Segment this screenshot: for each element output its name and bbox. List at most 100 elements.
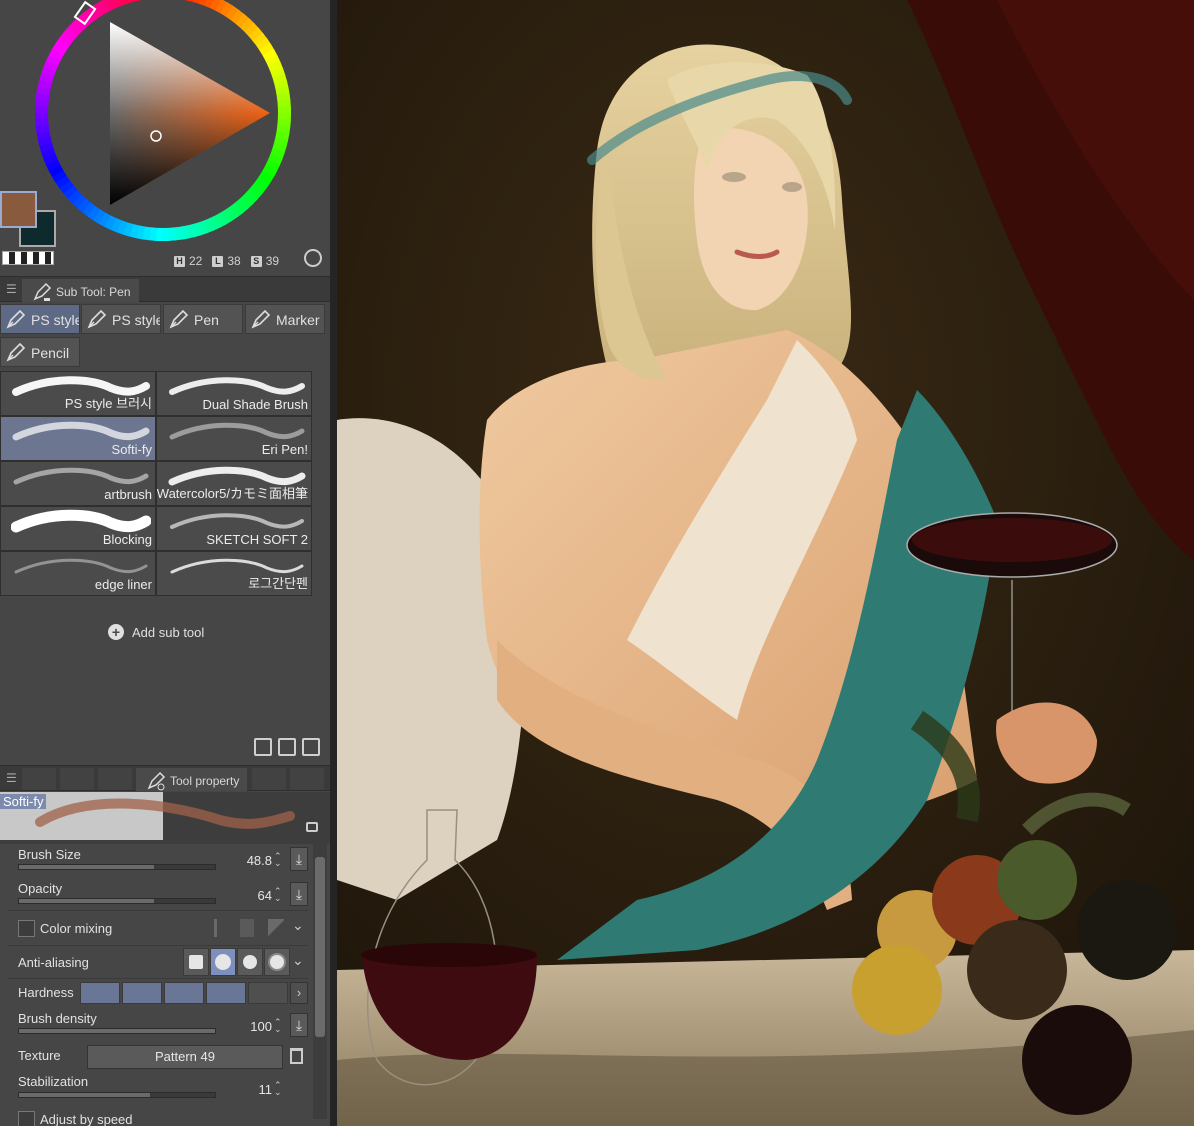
pen-nib-icon (6, 309, 26, 329)
add-sub-tool-label: Add sub tool (132, 624, 205, 640)
sat-value: 39 (265, 254, 280, 268)
chevron-right-icon[interactable]: › (290, 982, 308, 1004)
group-tab-3[interactable]: Pen (163, 304, 243, 334)
aa-medium-button[interactable] (237, 948, 263, 976)
transparent-color-swatch[interactable] (2, 251, 54, 265)
tab-icon-2[interactable] (60, 768, 94, 790)
brush-item[interactable]: SKETCH SOFT 2 (156, 506, 312, 551)
color-mixing-label: Color mixing (40, 921, 113, 936)
group-tab-label: PS style (112, 312, 161, 328)
brush-item[interactable]: Eri Pen! (156, 416, 312, 461)
mix-mode-icon-2[interactable] (240, 919, 254, 937)
brush-size-pressure-button[interactable]: ⤓ (290, 847, 308, 871)
brush-item[interactable]: artbrush (0, 461, 156, 506)
texture-select[interactable]: Pattern 49 (87, 1045, 283, 1069)
opacity-fill (19, 899, 155, 903)
pen-nib-icon (169, 309, 189, 329)
chevron-down-icon[interactable]: ⌄ (292, 917, 304, 934)
main-color-swatch[interactable] (0, 191, 37, 228)
subtool-actions (254, 738, 320, 756)
tool-property-tab[interactable]: Tool property (136, 768, 248, 791)
brush-density-slider[interactable] (18, 1028, 216, 1034)
brush-item[interactable]: PS style 브러시 (0, 371, 156, 416)
sat-key: S (250, 255, 262, 267)
painting-artwork (337, 0, 1194, 1126)
brush-item[interactable]: edge liner (0, 551, 156, 596)
tab-icon-4[interactable] (252, 768, 286, 790)
aa-strong-button[interactable] (264, 948, 290, 976)
adjust-by-speed-label: Adjust by speed (40, 1112, 133, 1126)
hardness-segment-1[interactable] (80, 982, 120, 1004)
subtool-tab[interactable]: Sub Tool: Pen (22, 279, 139, 302)
trash-icon[interactable] (290, 1048, 303, 1064)
brush-density-pressure-button[interactable]: ⤓ (290, 1013, 308, 1037)
subtool-header: ☰ Sub Tool: Pen (0, 276, 330, 302)
menu-icon[interactable]: ☰ (6, 771, 17, 785)
mix-mode-icon-3[interactable] (268, 919, 284, 937)
brush-density-value[interactable]: 100 (236, 1019, 272, 1034)
brush-preview: Softi-fy (0, 792, 330, 844)
mix-mode-icon-1[interactable] (214, 919, 228, 937)
opacity-pressure-button[interactable]: ⤓ (290, 882, 308, 906)
add-sub-tool-button[interactable]: + Add sub tool (108, 624, 204, 640)
import-icon[interactable] (254, 738, 272, 756)
brush-density-fill (19, 1029, 215, 1033)
adjust-by-speed-checkbox[interactable] (18, 1111, 35, 1126)
hardness-segment-5[interactable] (248, 982, 288, 1004)
brush-label: PS style 브러시 (64, 396, 152, 411)
brush-label: SKETCH SOFT 2 (206, 532, 308, 547)
stabilization-spinner[interactable]: ⌃ ⌄ (274, 1081, 282, 1097)
opacity-value[interactable]: 64 (236, 888, 272, 903)
stabilization-slider[interactable] (18, 1092, 216, 1098)
tab-icon-1[interactable] (22, 768, 56, 790)
drawing-canvas[interactable] (337, 0, 1194, 1126)
color-wheel-panel: H 22 L 38 S 39 (0, 0, 330, 275)
brush-size-slider[interactable] (18, 864, 216, 870)
panel-divider[interactable] (330, 0, 337, 1126)
texture-label: Texture (18, 1048, 61, 1063)
opacity-spinner[interactable]: ⌃ ⌄ (274, 887, 282, 903)
hue-key: H (174, 255, 185, 267)
hardness-segment-3[interactable] (164, 982, 204, 1004)
trash-icon[interactable] (302, 738, 320, 756)
brush-item[interactable]: 로그간단펜 (156, 551, 312, 596)
group-tab-4[interactable]: Marker (245, 304, 325, 334)
group-tab-1[interactable]: PS style (0, 304, 80, 334)
tool-property-scrollbar[interactable] (313, 843, 327, 1119)
group-tab-2[interactable]: PS style (81, 304, 161, 334)
hue-value: 22 (189, 254, 203, 268)
duplicate-icon[interactable] (278, 738, 296, 756)
scrollbar-thumb[interactable] (315, 857, 325, 1037)
aa-weak-button[interactable] (210, 948, 236, 976)
group-tab-5[interactable]: Pencil (0, 337, 80, 367)
hardness-segment-4[interactable] (206, 982, 246, 1004)
pen-nib-icon (6, 342, 26, 362)
brush-size-value[interactable]: 48.8 (236, 853, 272, 868)
brush-item[interactable]: Softi-fy (0, 416, 156, 461)
brush-label: 로그간단펜 (248, 576, 308, 591)
menu-icon[interactable]: ☰ (6, 282, 17, 296)
chevron-down-icon[interactable]: ⌄ (292, 952, 304, 969)
color-mixing-checkbox[interactable] (18, 920, 35, 937)
hardness-segment-2[interactable] (122, 982, 162, 1004)
tab-icon-5[interactable] (290, 768, 324, 790)
group-tab-label: PS style (31, 312, 80, 328)
lum-value: 38 (227, 254, 241, 268)
aa-none-button[interactable] (183, 948, 209, 976)
brush-density-spinner[interactable]: ⌃ ⌄ (274, 1018, 282, 1034)
brush-density-label: Brush density (18, 1011, 97, 1026)
brush-size-spinner[interactable]: ⌃ ⌄ (274, 852, 282, 868)
tab-icon-3[interactable] (98, 768, 132, 790)
brush-item[interactable]: Blocking (0, 506, 156, 551)
lock-icon[interactable] (306, 822, 318, 832)
brush-item[interactable]: Dual Shade Brush (156, 371, 312, 416)
color-mode-icon[interactable] (304, 249, 322, 267)
opacity-slider[interactable] (18, 898, 216, 904)
group-tab-label: Marker (276, 312, 320, 328)
plus-icon: + (108, 624, 124, 640)
brush-settings-icon (147, 771, 166, 791)
brush-item[interactable]: Watercolor5/カモミ面相筆 (156, 461, 312, 506)
stabilization-value[interactable]: 11 (236, 1082, 273, 1097)
hsl-readout: H 22 L 38 S 39 (174, 254, 285, 268)
stabilization-label: Stabilization (18, 1074, 89, 1089)
